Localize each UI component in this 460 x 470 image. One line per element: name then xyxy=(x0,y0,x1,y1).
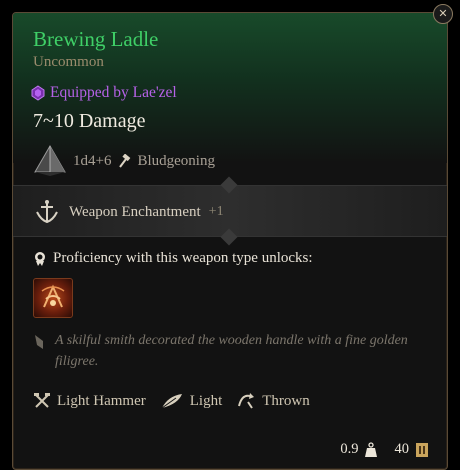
proficiency-text: Proficiency with this weapon type unlock… xyxy=(53,250,313,266)
bludgeoning-hammer-icon xyxy=(117,154,131,168)
close-button[interactable]: ✕ xyxy=(433,4,453,24)
gold-value: 40 xyxy=(394,441,410,457)
property-thrown[interactable]: Thrown xyxy=(236,392,310,410)
band-notch-bottom xyxy=(220,228,238,246)
close-icon: ✕ xyxy=(438,7,448,20)
weight-value: 0.9 xyxy=(340,441,359,457)
enchantment-band: Weapon Enchantment +1 xyxy=(13,176,447,246)
item-name: Brewing Ladle xyxy=(33,27,159,51)
description-quill-icon xyxy=(33,333,45,351)
band-notch-top xyxy=(220,176,238,194)
damage-dice-row: 1d4+6 Bludgeoning xyxy=(33,144,215,178)
property-light[interactable]: Light xyxy=(160,392,223,410)
enchantment-bonus: +1 xyxy=(208,204,224,219)
enchantment-row[interactable]: Weapon Enchantment +1 xyxy=(33,198,224,226)
item-footer: 0.9 40 xyxy=(340,441,429,458)
thrown-arc-icon xyxy=(236,392,256,410)
equipped-by-label: Equipped by Lae'zel xyxy=(50,84,177,101)
property-label: Thrown xyxy=(262,392,310,409)
damage-value: 7~10 Damage xyxy=(33,110,146,132)
weight-icon xyxy=(364,441,377,458)
item-rarity: Uncommon xyxy=(33,54,104,70)
property-label: Light xyxy=(189,392,223,409)
item-description: A skilful smith decorated the wooden han… xyxy=(55,333,408,369)
weapon-properties: Light Hammer Light Thrown xyxy=(33,392,324,410)
enchantment-icon xyxy=(33,198,61,226)
gold-coin-icon xyxy=(415,442,429,458)
item-tooltip: Brewing Ladle Uncommon Equipped by Lae'z… xyxy=(12,12,448,470)
d4-die-icon xyxy=(33,144,67,178)
tooltip-content: Brewing Ladle Uncommon Equipped by Lae'z… xyxy=(13,13,447,469)
proficiency-row: Proficiency with this weapon type unlock… xyxy=(33,250,313,267)
weapon-action-icon[interactable] xyxy=(33,278,73,318)
enchantment-label: Weapon Enchantment xyxy=(69,203,201,220)
dice-formula: 1d4+6 xyxy=(73,152,112,169)
property-label: Light Hammer xyxy=(57,392,146,409)
equipped-gem-icon xyxy=(31,85,45,101)
proficiency-badge-icon xyxy=(33,251,47,267)
damage-type: Bludgeoning xyxy=(137,152,215,169)
equipped-row: Equipped by Lae'zel xyxy=(31,84,177,102)
feather-icon xyxy=(160,392,184,410)
crossed-hammers-icon xyxy=(33,392,51,410)
property-light-hammer[interactable]: Light Hammer xyxy=(33,392,146,410)
